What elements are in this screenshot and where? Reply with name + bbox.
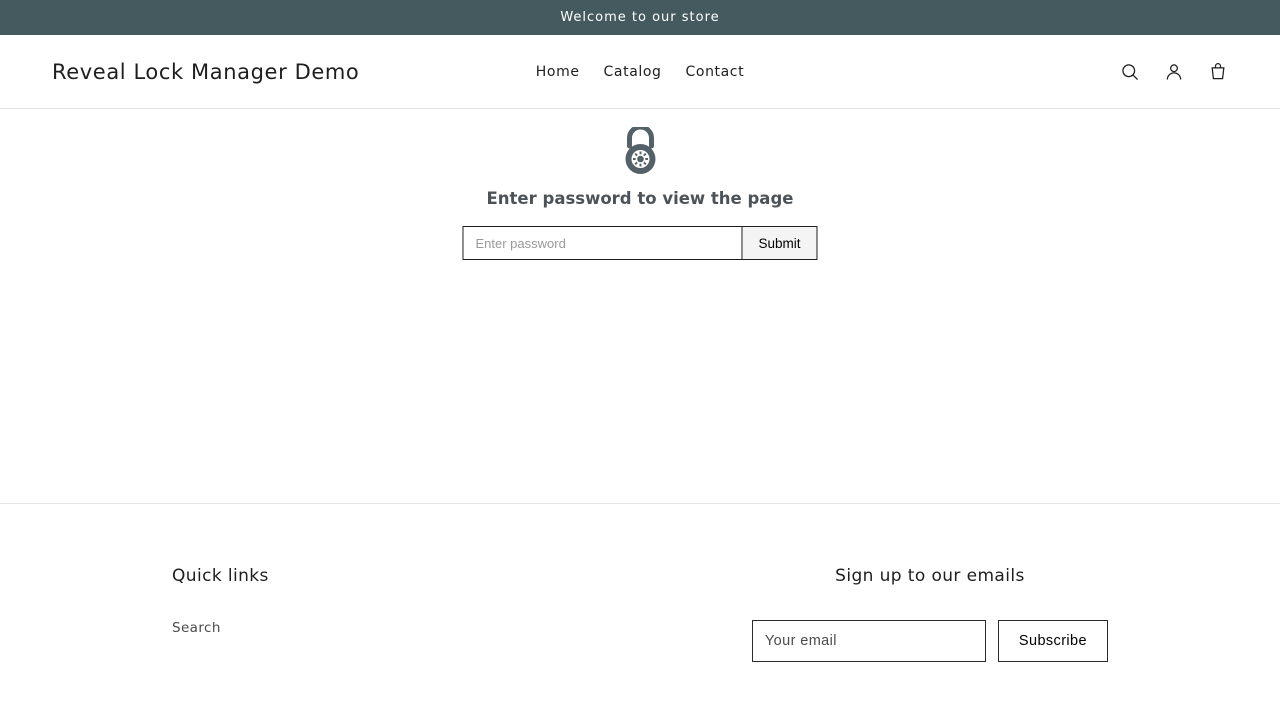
- password-input[interactable]: [462, 226, 742, 260]
- password-heading: Enter password to view the page: [487, 189, 794, 208]
- signup-heading: Sign up to our emails: [752, 566, 1108, 586]
- nav-catalog[interactable]: Catalog: [604, 64, 662, 80]
- email-input[interactable]: [752, 620, 986, 662]
- password-submit-button[interactable]: Submit: [742, 226, 817, 260]
- main-nav: Home Catalog Contact: [536, 64, 744, 80]
- main-content: Enter password to view the page Submit: [0, 109, 1280, 504]
- password-form: Submit: [462, 226, 817, 260]
- subscribe-button[interactable]: Subscribe: [998, 620, 1108, 662]
- account-icon[interactable]: [1164, 62, 1184, 82]
- announcement-text: Welcome to our store: [560, 10, 719, 25]
- site-header: Reveal Lock Manager Demo Home Catalog Co…: [0, 35, 1280, 109]
- footer-quicklinks: Quick links Search: [172, 566, 269, 662]
- footer-signup: Sign up to our emails Subscribe: [752, 566, 1108, 662]
- brand-title[interactable]: Reveal Lock Manager Demo: [52, 60, 359, 84]
- cart-icon[interactable]: [1208, 62, 1228, 82]
- password-lock-box: Enter password to view the page Submit: [462, 127, 817, 260]
- footer-link-search[interactable]: Search: [172, 620, 269, 636]
- search-icon[interactable]: [1120, 62, 1140, 82]
- quicklinks-heading: Quick links: [172, 566, 269, 586]
- nav-contact[interactable]: Contact: [686, 64, 745, 80]
- subscribe-form: Subscribe: [752, 620, 1108, 662]
- announcement-bar: Welcome to our store: [0, 0, 1280, 35]
- nav-home[interactable]: Home: [536, 64, 580, 80]
- lock-icon: [623, 127, 657, 179]
- site-footer: Quick links Search Sign up to our emails…: [0, 504, 1280, 662]
- header-icons: [1120, 62, 1228, 82]
